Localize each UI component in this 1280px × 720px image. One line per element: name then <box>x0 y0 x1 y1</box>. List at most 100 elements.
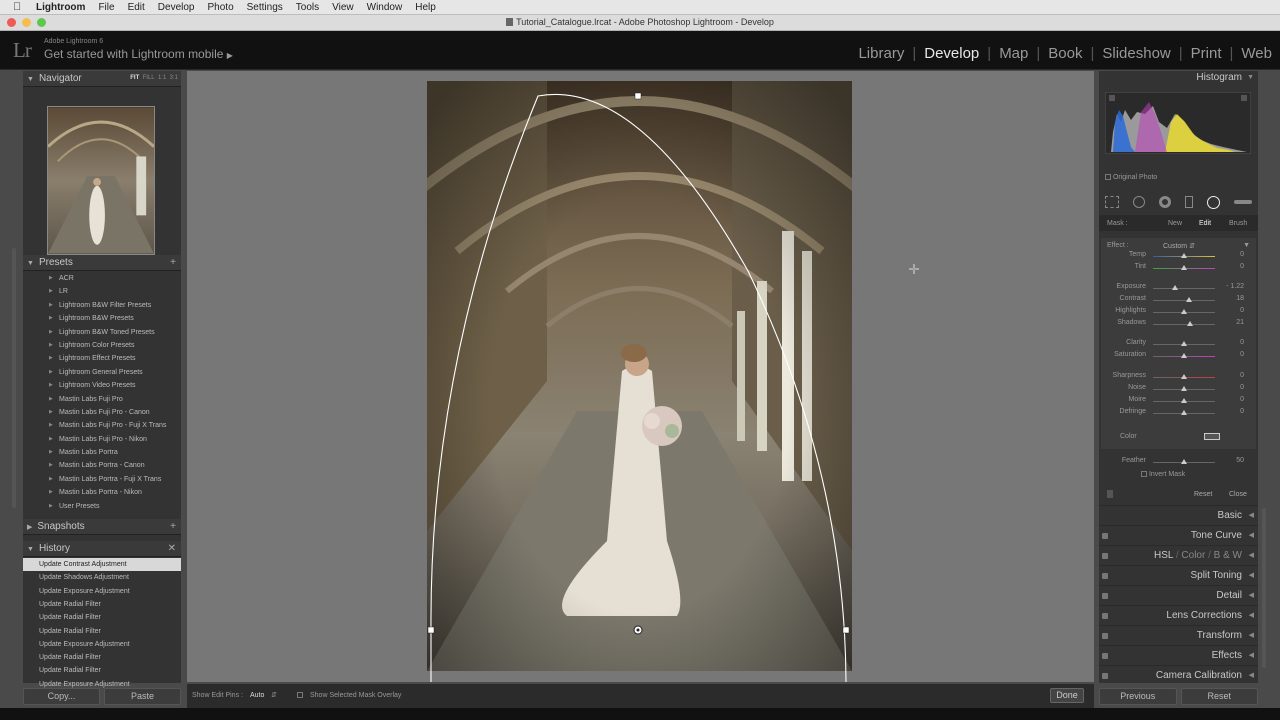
navigator-header[interactable]: ▼ Navigator FIT FILL 1:1 3:1 <box>23 71 181 87</box>
invert-mask-checkbox[interactable] <box>1141 471 1147 477</box>
navigator-thumbnail[interactable] <box>47 106 155 255</box>
menu-window[interactable]: Window <box>367 2 403 13</box>
history-item[interactable]: Update Exposure Adjustment <box>23 585 181 598</box>
adjustment-brush-tool-icon[interactable] <box>1234 200 1252 204</box>
histogram-graph[interactable] <box>1105 92 1251 154</box>
menu-edit[interactable]: Edit <box>128 2 145 13</box>
clear-history-icon[interactable]: ✕ <box>168 541 176 556</box>
slider-thumb[interactable] <box>1181 341 1187 346</box>
histogram-header[interactable]: Histogram ▼ <box>1099 71 1258 85</box>
slider-value[interactable]: 0 <box>1214 396 1244 403</box>
slider-thumb[interactable] <box>1181 410 1187 415</box>
panel-switch[interactable] <box>1102 673 1108 679</box>
preset-folder[interactable]: ▶ Mastin Labs Portra - Nikon <box>23 486 181 499</box>
graduated-filter-tool-icon[interactable] <box>1185 196 1193 208</box>
preset-folder[interactable]: ▶ Lightroom B&W Filter Presets <box>23 299 181 312</box>
panel-switch[interactable] <box>1102 613 1108 619</box>
zoom-1-1[interactable]: 1:1 <box>158 75 166 81</box>
history-item[interactable]: Update Radial Filter <box>23 664 181 677</box>
slider-defringe[interactable]: Defringe 0 <box>1099 408 1258 420</box>
show-edit-pins-select[interactable]: Auto <box>250 692 264 699</box>
slider-value[interactable]: 0 <box>1214 408 1244 415</box>
menu-file[interactable]: File <box>98 2 114 13</box>
history-item[interactable]: Update Radial Filter <box>23 651 181 664</box>
mask-overlay-checkbox[interactable] <box>297 692 303 698</box>
module-library[interactable]: Library <box>858 45 904 62</box>
menu-view[interactable]: View <box>332 2 354 13</box>
panel-tone-curve[interactable]: Tone Curve ◀ <box>1099 525 1258 545</box>
history-item[interactable]: Update Radial Filter <box>23 598 181 611</box>
slider-thumb[interactable] <box>1181 398 1187 403</box>
original-photo-row[interactable]: Original Photo <box>1105 174 1157 181</box>
history-item[interactable]: Update Contrast Adjustment <box>23 558 181 572</box>
slider-value[interactable]: 0 <box>1214 263 1244 270</box>
minimize-window-button[interactable] <box>22 18 31 27</box>
slider-value[interactable]: 0 <box>1214 384 1244 391</box>
slider-value[interactable]: 0 <box>1214 251 1244 258</box>
slider-thumb[interactable] <box>1181 386 1187 391</box>
preset-folder[interactable]: ▶ User Presets <box>23 500 181 513</box>
invert-mask-row[interactable]: Invert Mask <box>1141 471 1185 478</box>
slider-value[interactable]: 0 <box>1214 307 1244 314</box>
slider-track[interactable] <box>1153 288 1215 289</box>
panel-lens-corrections[interactable]: Lens Corrections ◀ <box>1099 605 1258 625</box>
preset-folder[interactable]: ▶ Lightroom General Presets <box>23 366 181 379</box>
preset-folder[interactable]: ▶ ACR <box>23 272 181 285</box>
mobile-prompt[interactable]: Get started with Lightroom mobile ▶ <box>44 47 233 61</box>
history-header[interactable]: ▼ History ✕ <box>23 541 181 558</box>
mask-brush-button[interactable]: Brush <box>1229 220 1247 227</box>
panel-split-toning[interactable]: Split Toning ◀ <box>1099 565 1258 585</box>
right-panel-scrollbar[interactable] <box>1262 508 1266 668</box>
radial-handle-top[interactable] <box>634 92 642 100</box>
snapshots-header[interactable]: ▶ Snapshots + <box>23 519 181 536</box>
preset-folder[interactable]: ▶ Mastin Labs Portra <box>23 446 181 459</box>
radial-filter-tool-icon[interactable] <box>1207 195 1220 209</box>
mask-toggle-switch[interactable] <box>1107 490 1113 498</box>
slider-value[interactable]: 50 <box>1214 457 1244 464</box>
slider-value[interactable]: 21 <box>1214 319 1244 326</box>
slider-thumb[interactable] <box>1187 321 1194 326</box>
slider-thumb[interactable] <box>1181 459 1187 464</box>
module-web[interactable]: Web <box>1241 45 1272 62</box>
slider-thumb[interactable] <box>1185 297 1192 302</box>
panel-hsl[interactable]: HSL / Color / B & W ◀ <box>1099 545 1258 565</box>
mask-close-button[interactable]: Close <box>1229 491 1247 498</box>
slider-contrast[interactable]: Contrast 18 <box>1099 295 1258 307</box>
crop-tool-icon[interactable] <box>1105 196 1119 208</box>
menu-photo[interactable]: Photo <box>208 2 234 13</box>
slider-thumb[interactable] <box>1181 265 1187 270</box>
slider-value[interactable]: - 1.22 <box>1214 283 1244 290</box>
hsl-tab[interactable]: HSL <box>1154 550 1173 561</box>
slider-tint[interactable]: Tint 0 <box>1099 263 1258 275</box>
panel-camera-calibration[interactable]: Camera Calibration ◀ <box>1099 665 1258 685</box>
preset-folder[interactable]: ▶ LR <box>23 285 181 298</box>
preset-folder[interactable]: ▶ Lightroom Color Presets <box>23 339 181 352</box>
slider-exposure[interactable]: Exposure - 1.22 <box>1099 283 1258 295</box>
zoom-fit[interactable]: FIT <box>130 75 139 81</box>
presets-header[interactable]: ▼ Presets + <box>23 255 181 271</box>
panel-detail[interactable]: Detail ◀ <box>1099 585 1258 605</box>
panel-switch[interactable] <box>1102 633 1108 639</box>
module-slideshow[interactable]: Slideshow <box>1102 45 1170 62</box>
menu-app[interactable]: Lightroom <box>36 2 85 13</box>
preset-folder[interactable]: ▶ Mastin Labs Portra - Canon <box>23 459 181 472</box>
copy-button[interactable]: Copy... <box>23 688 100 705</box>
history-item[interactable]: Update Radial Filter <box>23 625 181 638</box>
radial-handle-right[interactable] <box>842 626 850 634</box>
slider-moire[interactable]: Moire 0 <box>1099 396 1258 408</box>
menu-tools[interactable]: Tools <box>296 2 319 13</box>
original-photo-checkbox[interactable] <box>1105 174 1111 180</box>
color-swatch[interactable] <box>1204 433 1220 440</box>
zoom-window-button[interactable] <box>37 18 46 27</box>
slider-thumb[interactable] <box>1181 353 1187 358</box>
reset-button[interactable]: Reset <box>1180 688 1258 705</box>
panel-switch[interactable] <box>1102 553 1108 559</box>
preset-folder[interactable]: ▶ Mastin Labs Fuji Pro - Nikon <box>23 433 181 446</box>
preset-folder[interactable]: ▶ Lightroom B&W Presets <box>23 312 181 325</box>
shadow-clipping-icon[interactable] <box>1109 95 1115 101</box>
preset-folder[interactable]: ▶ Mastin Labs Fuji Pro - Fuji X Trans <box>23 419 181 432</box>
preset-folder[interactable]: ▶ Lightroom B&W Toned Presets <box>23 326 181 339</box>
module-map[interactable]: Map <box>999 45 1028 62</box>
zoom-fill[interactable]: FILL <box>143 75 155 81</box>
previous-button[interactable]: Previous <box>1099 688 1177 705</box>
